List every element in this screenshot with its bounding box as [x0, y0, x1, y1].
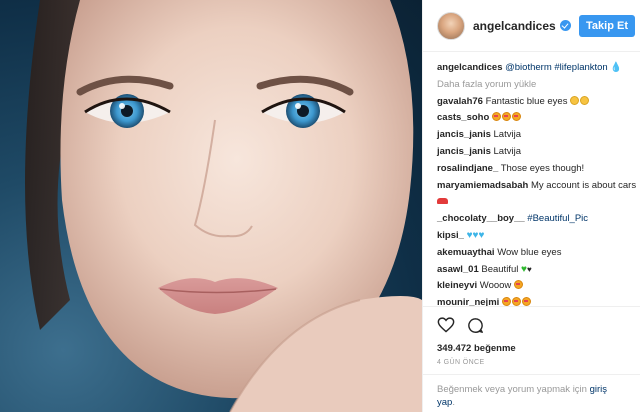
- comment-row: kleineyvi Wooow: [437, 278, 637, 295]
- comment-username[interactable]: jancis_janis: [437, 146, 491, 157]
- heart-outline-icon[interactable]: [437, 317, 455, 333]
- comments-list: angelcandices @biotherm #lifeplankton 💧 …: [437, 60, 637, 312]
- follow-button[interactable]: Takip Et: [579, 15, 635, 37]
- comment-text: Wooow: [479, 280, 512, 292]
- comment-username[interactable]: gavalah76: [437, 96, 483, 107]
- comment-text: Beautiful: [481, 263, 519, 275]
- comment-username[interactable]: _chocolaty__boy__: [437, 213, 525, 224]
- comment-row: gavalah76 Fantastic blue eyes: [437, 94, 637, 111]
- post-side-panel: angelcandices Takip Et angelcandices @bi…: [422, 0, 640, 412]
- comment-row: jancis_janis Latvija: [437, 144, 637, 161]
- comment-username[interactable]: jancis_janis: [437, 129, 491, 140]
- comment-username[interactable]: maryamiemadsabah: [437, 180, 528, 191]
- heart-eyes-emoji-icon: [491, 112, 501, 122]
- comment-row: _chocolaty__boy__ #Beautiful_Pic: [437, 211, 637, 228]
- comment-username[interactable]: akemuaythai: [437, 247, 495, 258]
- portrait-illustration: [25, 0, 422, 412]
- post-timestamp: 4 GÜN ÖNCE: [437, 359, 485, 366]
- comment-text: Latvija: [493, 145, 521, 157]
- heart-eyes-emoji-icon: [513, 280, 523, 290]
- comment-text: Wow blue eyes: [497, 246, 562, 258]
- comment-row: kipsi_ ♥♥♥: [437, 228, 637, 245]
- grimace-emoji-icon: [570, 95, 580, 105]
- comment-username[interactable]: casts_soho: [437, 112, 489, 123]
- comment-text: Latvija: [493, 129, 521, 141]
- action-icons: [437, 317, 484, 334]
- login-prompt-suffix: .: [452, 397, 455, 408]
- login-prompt: Beğenmek veya yorum yapmak için giriş ya…: [423, 374, 640, 409]
- post-photo[interactable]: [0, 0, 422, 412]
- post-header: angelcandices Takip Et: [423, 0, 640, 52]
- login-prompt-text: Beğenmek veya yorum yapmak için: [437, 384, 587, 395]
- comment-username[interactable]: kipsi_: [437, 230, 464, 241]
- comment-username[interactable]: rosalindjane_: [437, 163, 498, 174]
- like-count[interactable]: 349.472 beğenme: [437, 343, 516, 354]
- comment-row: asawl_01 Beautiful ♥♥: [437, 262, 637, 279]
- comment-row: rosalindjane_ Those eyes though!: [437, 161, 637, 178]
- heart-eyes-emoji-icon: [521, 297, 531, 307]
- comment-bubble-icon[interactable]: [467, 317, 484, 334]
- comment-row: casts_soho: [437, 110, 637, 127]
- comment-text: My account is about cars: [531, 179, 637, 191]
- heart-eyes-emoji-icon: [511, 112, 521, 122]
- black-heart-icon: ♥: [526, 264, 532, 274]
- comment-text: Fantastic blue eyes: [485, 95, 568, 107]
- caption-mention[interactable]: @biotherm: [505, 62, 552, 73]
- water-drop-icon: 💧: [610, 62, 623, 73]
- blue-heart-icon: ♥: [478, 229, 485, 241]
- caption: angelcandices @biotherm #lifeplankton 💧: [437, 60, 637, 77]
- caption-username[interactable]: angelcandices: [437, 62, 502, 73]
- comment-row: akemuaythai Wow blue eyes: [437, 245, 637, 262]
- comment-text: Those eyes though!: [500, 162, 585, 174]
- comment-username[interactable]: kleineyvi: [437, 280, 477, 291]
- avatar[interactable]: [437, 11, 465, 40]
- verified-badge-icon: [559, 20, 571, 31]
- load-more-comments[interactable]: Daha fazla yorum yükle: [437, 77, 637, 94]
- comment-row: maryamiemadsabah My account is about car…: [437, 178, 637, 212]
- comment-username[interactable]: asawl_01: [437, 264, 479, 275]
- comment-hashtag[interactable]: #Beautiful_Pic: [527, 213, 588, 224]
- grimace-emoji-icon: [580, 95, 590, 105]
- car-emoji-icon: [437, 198, 448, 205]
- heart-eyes-emoji-icon: [501, 297, 511, 307]
- header-username[interactable]: angelcandices: [473, 19, 556, 33]
- heart-eyes-emoji-icon: [501, 112, 511, 122]
- caption-hashtag[interactable]: #lifeplankton: [554, 62, 607, 73]
- comment-row: jancis_janis Latvija: [437, 127, 637, 144]
- post-actions: 349.472 beğenme 4 GÜN ÖNCE Beğenmek veya…: [423, 306, 640, 412]
- heart-eyes-emoji-icon: [511, 297, 521, 307]
